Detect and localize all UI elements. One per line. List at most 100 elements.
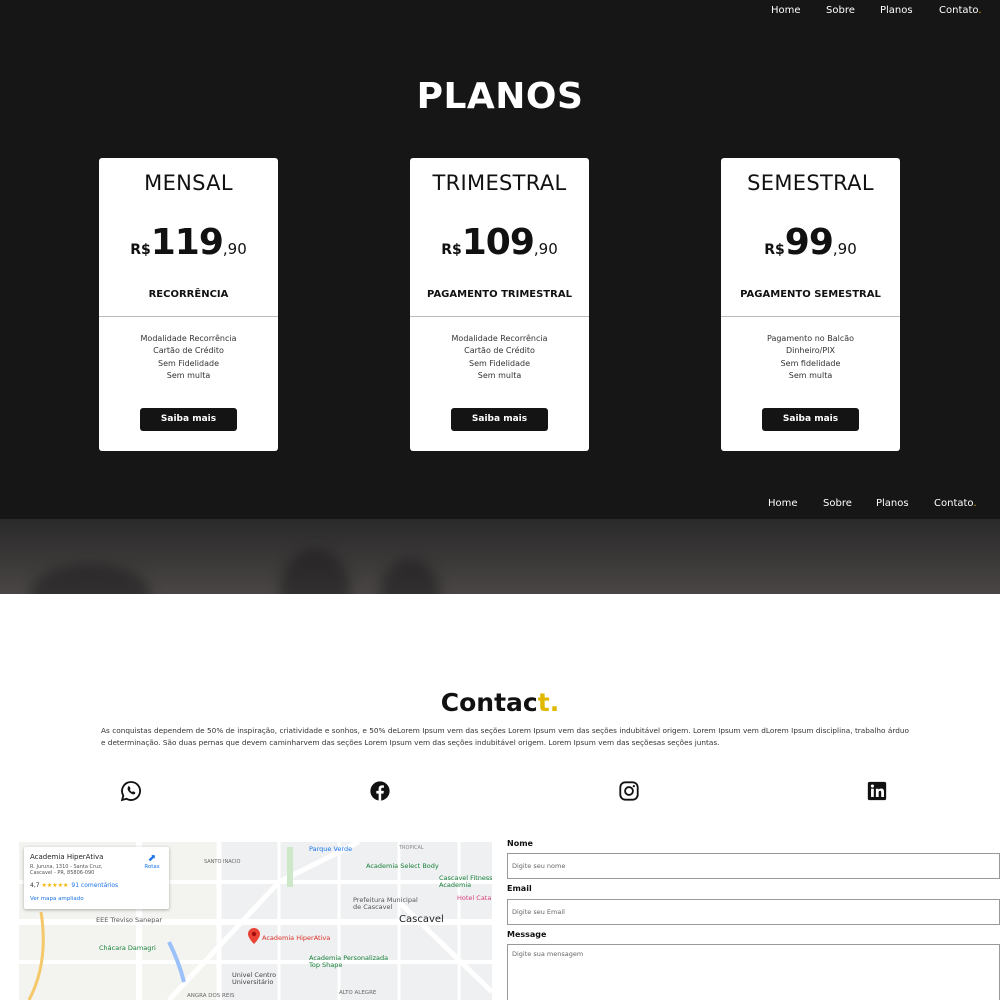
plan-feature: Modalidade Recorrência [451,334,548,343]
map-pin-icon[interactable] [248,928,260,944]
nav-planos-link[interactable]: Planos [876,498,909,509]
map-label: Chácara Damagri [99,944,156,952]
plan-subtitle: PAGAMENTO SEMESTRAL [740,289,881,300]
contact-description: As conquistas dependem de 50% de inspira… [101,726,909,748]
message-label: Message [507,930,547,939]
routes-button[interactable]: ⬈ Rotas [141,853,163,870]
contact-title-accent: t. [537,688,560,717]
facebook-icon[interactable] [369,780,391,802]
hero-shadow [380,559,440,594]
plan-feature: Sem multa [166,370,211,380]
plan-currency: R$ [441,242,462,258]
map-rating: 4,7 ★★★★★ 91 comentários [30,882,118,889]
plan-name: MENSAL [144,171,233,195]
map-label: Academia Personalizada Top Shape [309,954,389,969]
plan-name: SEMESTRAL [747,171,874,195]
map-label: SANTO INACIO [204,859,241,865]
map-rating-value: 4,7 [30,882,40,889]
nav-contato-dot: . [973,498,977,509]
plan-feature: Sem multa [477,370,522,380]
view-larger-map-link[interactable]: Ver mapa ampliado [30,896,84,902]
map-label: Parque Verde [309,845,353,853]
map-label: Academia Select Body [366,862,439,870]
plan-price-cents: ,90 [533,240,558,258]
nav-home-link[interactable]: Home [768,498,798,509]
nav-contato-label: Contato [934,498,974,509]
email-input[interactable]: Digite seu Email [507,899,1000,925]
map-label: TROPICAL [399,845,424,851]
plan-card-mensal: MENSAL R$119,90 RECORRÊNCIA Modalidade R… [99,158,278,451]
map-label: Cascavel Fitness Academia [439,874,492,889]
plan-feature: Sem fidelidade [780,358,841,368]
plan-features: Modalidade Recorrência Cartão de Crédito… [99,333,278,382]
plan-divider [721,316,900,317]
plan-divider [99,316,278,317]
name-label: Nome [507,839,533,848]
plan-currency: R$ [764,242,785,258]
map-label: EEE Treviso Sanepar [96,916,163,924]
plan-card-trimestral: TRIMESTRAL R$109,90 PAGAMENTO TRIMESTRAL… [410,158,589,451]
plan-name: TRIMESTRAL [432,171,567,195]
plan-price-cents: ,90 [222,240,247,258]
plan-price-integer: 119 [150,222,224,263]
map-label: Hotel Cata [457,894,492,902]
plan-price-integer: 109 [461,222,535,263]
plan-price: R$109,90 [410,222,589,263]
map-place-name: Academia HiperAtiva [30,853,104,861]
email-label: Email [507,884,532,893]
plan-feature: Sem Fidelidade [157,358,219,368]
map-label: ALTO ALEGRE [339,990,377,996]
plan-feature: Modalidade Recorrência [140,334,237,343]
instagram-icon[interactable] [618,780,640,802]
plan-divider [410,316,589,317]
plan-feature: Sem multa [788,370,833,380]
plan-price: R$119,90 [99,222,278,263]
whatsapp-icon[interactable] [120,780,142,802]
contact-title: Contact. [0,688,1000,717]
plan-price-integer: 99 [784,222,834,263]
hero-image-strip [0,519,1000,594]
contact-title-main: Contac [440,688,538,717]
map-label: ANGRA DOS REIS [187,993,235,999]
map-address: R. Juruna, 1310 - Santa Cruz, Cascavel -… [30,864,103,876]
hero-shadow [280,549,350,594]
plan-feature: Cartão de Crédito [464,346,535,356]
page-title: PLANOS [416,76,584,117]
map-label: Prefeitura Municipal de Cascavel [353,896,418,911]
map-label: Univel Centro Universitário [232,971,277,986]
nav-planos-link[interactable]: Planos [880,5,913,16]
plan-subtitle: PAGAMENTO TRIMESTRAL [427,289,572,300]
plan-feature: Sem Fidelidade [468,358,530,368]
plan-subtitle: RECORRÊNCIA [148,289,229,300]
map-embed[interactable]: Academia HiperAtiva R. Juruna, 1310 - Sa… [19,842,492,1000]
map-label: Cascavel [399,914,444,925]
routes-label: Rotas [144,864,160,870]
plan-feature: Pagamento no Balcão [766,334,855,343]
saiba-mais-button[interactable]: Saiba mais [140,408,237,431]
saiba-mais-button[interactable]: Saiba mais [451,408,548,431]
plan-feature: Dinheiro/PIX [785,346,836,356]
directions-icon: ⬈ [147,853,157,864]
plan-price-cents: ,90 [832,240,857,258]
map-info-card: Academia HiperAtiva R. Juruna, 1310 - Sa… [24,847,169,909]
linkedin-icon[interactable] [866,780,888,802]
plan-price: R$99,90 [721,222,900,263]
nav-contato-link[interactable]: Contato. [939,5,982,16]
saiba-mais-button[interactable]: Saiba mais [762,408,859,431]
message-textarea[interactable]: Digite sua mensagem [507,944,1000,1000]
plan-features: Pagamento no Balcão Dinheiro/PIX Sem fid… [721,333,900,382]
nav-home-link[interactable]: Home [771,5,801,16]
plans-section: Home Sobre Planos Contato. PLANOS MENSAL… [0,0,1000,519]
map-reviews-link[interactable]: 91 comentários [71,882,118,889]
nav-sobre-link[interactable]: Sobre [823,498,852,509]
nav-contato-dot: . [978,5,982,16]
nav-contato-label: Contato [939,5,979,16]
nav-contato-link[interactable]: Contato. [934,498,977,509]
star-rating-icon: ★★★★★ [41,882,69,889]
map-label: Academia HiperAtiva [262,934,331,942]
plan-features: Modalidade Recorrência Cartão de Crédito… [410,333,589,382]
plan-currency: R$ [130,242,151,258]
nav-sobre-link[interactable]: Sobre [826,5,855,16]
name-input[interactable]: Digite seu nome [507,853,1000,879]
plan-feature: Cartão de Crédito [153,346,224,356]
